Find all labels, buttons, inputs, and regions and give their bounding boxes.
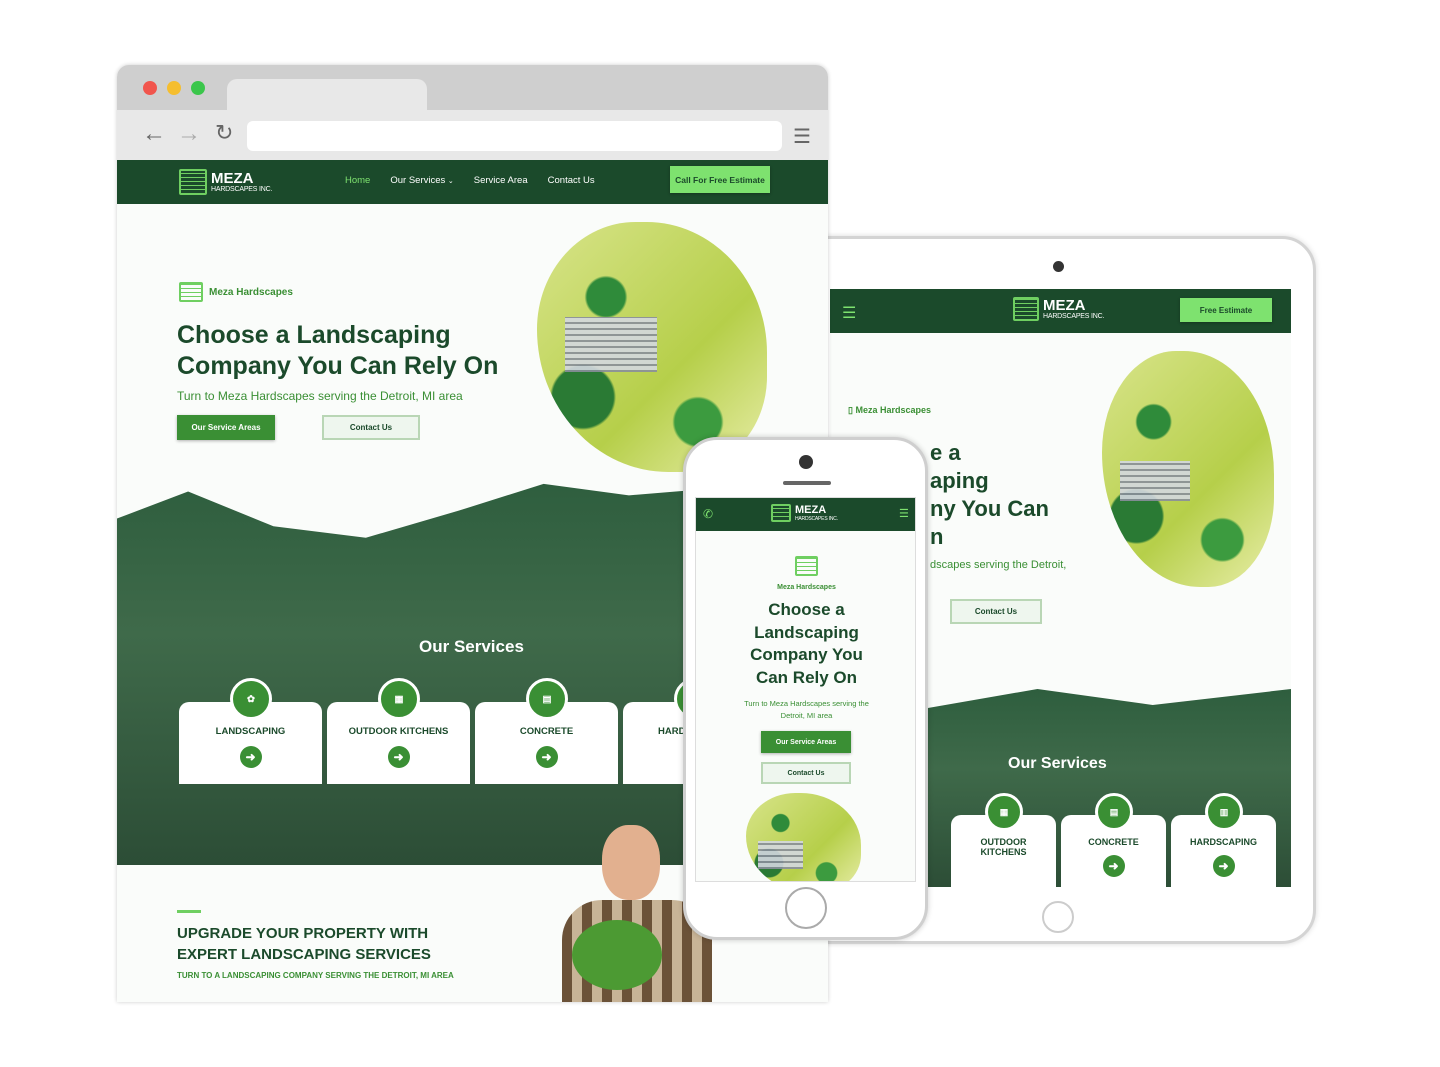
phone-header: ✆ MEZA HARDSCAPES INC. ☰ bbox=[696, 498, 915, 531]
browser-tabbar bbox=[117, 65, 828, 110]
phone-call-icon[interactable]: ✆ bbox=[703, 507, 713, 521]
logo-icon bbox=[771, 504, 791, 522]
logo-sub: HARDSCAPES INC. bbox=[211, 186, 273, 193]
arrow-right-icon[interactable]: ➜ bbox=[1212, 855, 1235, 877]
main-nav: Home Our Services ⌄ Service Area Contact… bbox=[345, 175, 595, 186]
garden-illustration bbox=[537, 222, 767, 472]
tablet-hero-subtitle: dscapes serving the Detroit, bbox=[930, 559, 1067, 571]
grill-icon: ▦ bbox=[378, 678, 420, 720]
garden-illustration bbox=[1102, 351, 1274, 587]
hero-subtitle: Turn to Meza Hardscapes serving the Detr… bbox=[177, 389, 463, 403]
arrow-right-icon[interactable]: ➜ bbox=[239, 746, 262, 768]
phone-our-service-areas-button[interactable]: Our Service Areas bbox=[761, 731, 851, 753]
free-estimate-button[interactable]: Free Estimate bbox=[1180, 298, 1272, 322]
our-service-areas-button[interactable]: Our Service Areas bbox=[177, 415, 275, 440]
phone-camera bbox=[799, 455, 813, 469]
tablet-logo[interactable]: MEZA HARDSCAPES INC. bbox=[1013, 297, 1104, 321]
nav-contact-us[interactable]: Contact Us bbox=[548, 175, 595, 186]
call-free-estimate-button[interactable]: Call For Free Estimate bbox=[670, 166, 770, 193]
browser-menu-icon[interactable]: ☰ bbox=[793, 124, 811, 149]
accent-line bbox=[177, 910, 201, 913]
back-icon[interactable]: ← bbox=[142, 120, 166, 148]
logo-icon bbox=[1013, 297, 1039, 321]
minimize-window-dot[interactable] bbox=[167, 81, 181, 95]
nav-service-area[interactable]: Service Area bbox=[474, 175, 528, 186]
upgrade-subtitle: TURN TO A LANDSCAPING COMPANY SERVING TH… bbox=[177, 971, 454, 980]
tablet-services-title: Our Services bbox=[1008, 755, 1107, 772]
logo-icon bbox=[179, 282, 203, 302]
site-header: MEZA HARDSCAPES INC. Home Our Services ⌄ … bbox=[117, 160, 828, 204]
tablet-header: ☰ MEZA HARDSCAPES INC. Free Estimate bbox=[830, 289, 1291, 333]
phone-hero-subtitle: Turn to Meza Hardscapes serving the Detr… bbox=[744, 699, 869, 720]
tablet-service-card[interactable]: ▦ OUTDOOR KITCHENS bbox=[951, 793, 1056, 887]
arrow-right-icon[interactable]: ➜ bbox=[1102, 855, 1125, 877]
browser-toolbar: ← → ↻ ☰ bbox=[117, 110, 828, 160]
chevron-down-icon: ⌄ bbox=[447, 178, 454, 185]
forward-icon[interactable]: → bbox=[177, 120, 201, 148]
nav-our-services[interactable]: Our Services ⌄ bbox=[390, 175, 453, 186]
phone-logo[interactable]: MEZA HARDSCAPES INC. bbox=[771, 504, 838, 522]
tablet-hero-title: e a aping ny You Can n bbox=[930, 440, 1049, 549]
logo-name: MEZA bbox=[1043, 297, 1086, 314]
site-logo[interactable]: MEZA HARDSCAPES INC. bbox=[179, 169, 272, 195]
tablet-home-button[interactable] bbox=[1042, 901, 1074, 933]
hamburger-icon[interactable]: ☰ bbox=[899, 507, 909, 520]
bricks-icon: ▥ bbox=[1205, 793, 1243, 831]
phone-screen: ✆ MEZA HARDSCAPES INC. ☰ Meza Hardscapes … bbox=[695, 497, 916, 882]
service-card-concrete[interactable]: ▤ CONCRETE ➜ bbox=[475, 678, 618, 784]
phone-device: ✆ MEZA HARDSCAPES INC. ☰ Meza Hardscapes … bbox=[683, 437, 928, 940]
tablet-service-card[interactable]: ▥ HARDSCAPING ➜ bbox=[1171, 793, 1276, 887]
arrow-right-icon[interactable]: ➜ bbox=[387, 746, 410, 768]
phone-tagline: Meza Hardscapes bbox=[777, 584, 836, 591]
hero-title: Choose a Landscaping Company You Can Rely… bbox=[177, 321, 499, 380]
tablet-service-card[interactable]: ▤ CONCRETE ➜ bbox=[1061, 793, 1166, 887]
phone-hero-title: Choose a Landscaping Company You Can Rel… bbox=[750, 600, 863, 687]
plant-tools-icon: ✿ bbox=[230, 678, 272, 720]
logo-name: MEZA bbox=[795, 503, 827, 516]
logo-sub: HARDSCAPES INC. bbox=[1043, 313, 1105, 320]
contact-us-button[interactable]: Contact Us bbox=[322, 415, 420, 440]
maximize-window-dot[interactable] bbox=[191, 81, 205, 95]
hamburger-icon[interactable]: ☰ bbox=[842, 303, 856, 323]
tablet-camera bbox=[1053, 261, 1064, 272]
garden-illustration bbox=[746, 793, 861, 881]
services-title: Our Services bbox=[419, 637, 524, 656]
nav-home[interactable]: Home bbox=[345, 175, 370, 186]
tablet-tagline: ▯ Meza Hardscapes bbox=[848, 405, 931, 415]
phone-home-button[interactable] bbox=[785, 887, 827, 929]
address-bar[interactable] bbox=[247, 121, 782, 151]
mixer-icon: ▤ bbox=[1095, 793, 1133, 831]
hero-tagline: Meza Hardscapes bbox=[179, 282, 293, 302]
grill-icon: ▦ bbox=[985, 793, 1023, 831]
tablet-contact-button[interactable]: Contact Us bbox=[950, 599, 1042, 624]
arrow-right-icon[interactable]: ➜ bbox=[535, 746, 558, 768]
logo-name: MEZA bbox=[211, 170, 254, 187]
upgrade-title: UPGRADE YOUR PROPERTY WITH EXPERT LANDSCA… bbox=[177, 925, 431, 963]
mixer-icon: ▤ bbox=[526, 678, 568, 720]
logo-sub: HARDSCAPES INC. bbox=[795, 515, 838, 522]
service-card-landscaping[interactable]: ✿ LANDSCAPING ➜ bbox=[179, 678, 322, 784]
phone-contact-us-button[interactable]: Contact Us bbox=[761, 762, 851, 784]
browser-tab[interactable] bbox=[227, 79, 427, 110]
logo-icon bbox=[795, 556, 818, 576]
logo-icon bbox=[179, 169, 207, 195]
phone-speaker bbox=[783, 481, 831, 485]
close-window-dot[interactable] bbox=[143, 81, 157, 95]
service-card-outdoor-kitchens[interactable]: ▦ OUTDOOR KITCHENS ➜ bbox=[327, 678, 470, 784]
reload-icon[interactable]: ↻ bbox=[215, 120, 233, 146]
